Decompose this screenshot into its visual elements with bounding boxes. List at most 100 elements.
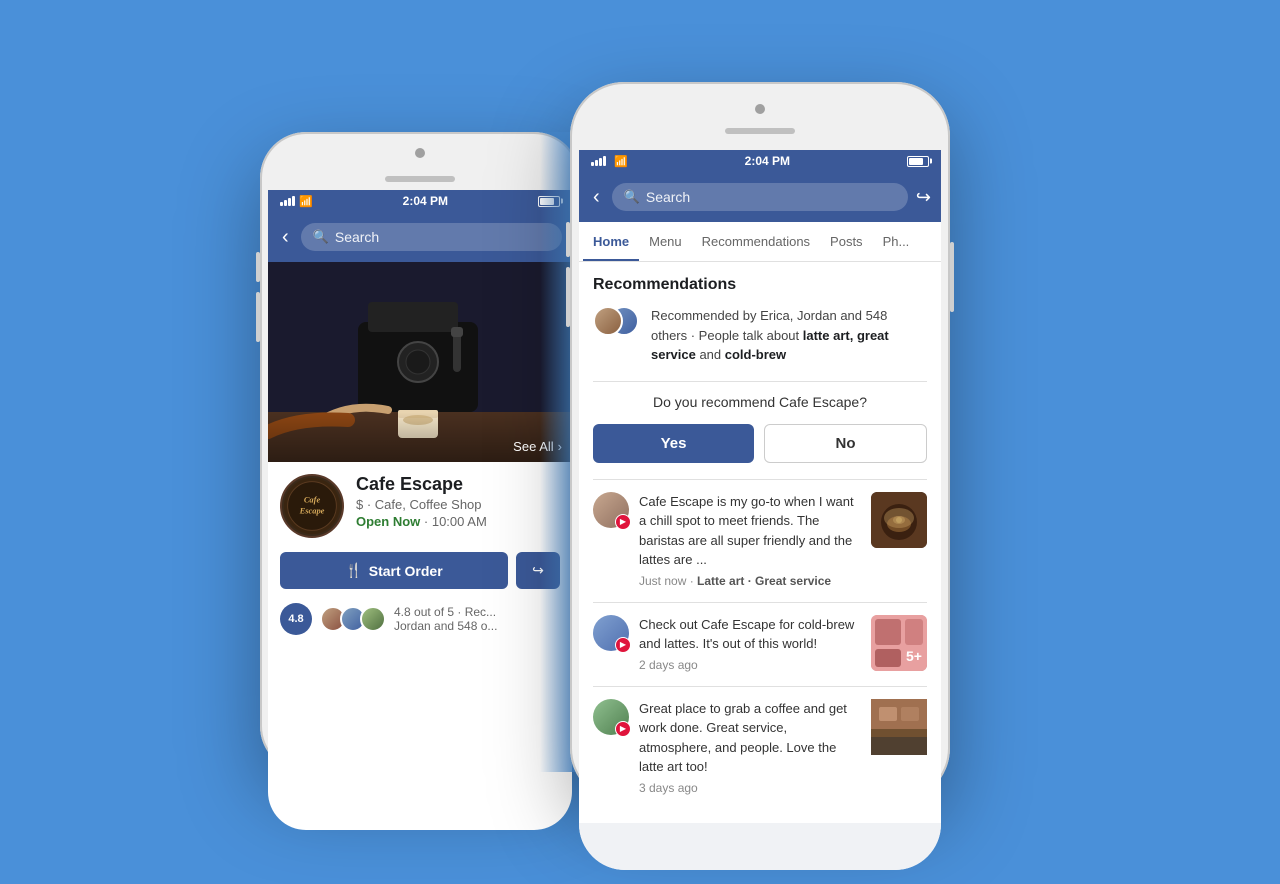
business-info-section: Cafe Escape Cafe Escape $ · Cafe, Coffee… xyxy=(268,462,572,647)
review-thumbnail-2: 5+ xyxy=(871,615,927,671)
action-buttons: 🍴 Start Order ↪ xyxy=(280,552,560,589)
review-tags-1: Latte art · Great service xyxy=(697,574,831,588)
recommendations-section: Recommendations Recommended by Erica, Jo… xyxy=(579,262,941,823)
ratings-row: 4.8 4.8 out of 5 · Rec... Jordan and 548… xyxy=(280,603,560,635)
search-icon-front: 🔍 xyxy=(624,189,640,205)
wifi-icon: 📶 xyxy=(299,195,313,208)
review-text-3: Great place to grab a coffee and get wor… xyxy=(639,699,861,777)
business-header: Cafe Escape Cafe Escape $ · Cafe, Coffee… xyxy=(280,474,560,538)
bold-cold-brew: cold-brew xyxy=(725,347,786,362)
battery-fill-front xyxy=(909,158,923,165)
back-phone-screen: 📶 2:04 PM ‹ 🔍 Search xyxy=(268,190,572,830)
open-status: Open Now xyxy=(356,514,420,529)
side-button xyxy=(256,252,260,282)
status-bar-left-front: 📶 xyxy=(591,155,628,168)
yes-button[interactable]: Yes xyxy=(593,424,754,463)
yes-no-buttons: Yes No xyxy=(593,424,927,463)
front-phone-screen: 📶 2:04 PM ‹ 🔍 Search ↪ xyxy=(579,150,941,870)
friend-avatar-1 xyxy=(593,306,623,336)
review-avatar-wrap-1: ▶ xyxy=(593,492,629,528)
review-content-1: Cafe Escape is my go-to when I want a ch… xyxy=(639,492,861,588)
tab-home[interactable]: Home xyxy=(583,222,639,261)
review-thumbnail-1 xyxy=(871,492,927,548)
battery-icon xyxy=(538,196,560,207)
status-bar-front: 📶 2:04 PM xyxy=(579,150,941,172)
tab-photos[interactable]: Ph... xyxy=(873,222,920,261)
review-meta-3: 3 days ago xyxy=(639,781,861,795)
review-item-3: ▶ Great place to grab a coffee and get w… xyxy=(593,699,927,795)
review-content-2: Check out Cafe Escape for cold-brew and … xyxy=(639,615,861,672)
signal-bar xyxy=(595,160,598,166)
rating-avatars xyxy=(320,606,386,632)
see-all-label: See All xyxy=(513,439,553,454)
divider-3 xyxy=(593,602,927,603)
side-button-front xyxy=(566,222,570,257)
side-button-front xyxy=(566,267,570,327)
front-phone: 📶 2:04 PM ‹ 🔍 Search ↪ xyxy=(570,82,950,802)
recommendations-title: Recommendations xyxy=(593,276,927,294)
review-avatar-wrap-3: ▶ xyxy=(593,699,629,735)
latte-thumb-svg xyxy=(871,492,927,548)
recommendation-text: Recommended by Erica, Jordan and 548 oth… xyxy=(651,306,927,365)
tab-menu[interactable]: Menu xyxy=(639,222,692,261)
signal-bar xyxy=(280,202,283,206)
phone-top-hardware xyxy=(260,132,580,190)
review-meta-2: 2 days ago xyxy=(639,658,861,672)
review-text-1: Cafe Escape is my go-to when I want a ch… xyxy=(639,492,861,570)
start-order-button[interactable]: 🍴 Start Order xyxy=(280,552,508,589)
tab-posts[interactable]: Posts xyxy=(820,222,873,261)
business-status: Open Now · 10:00 AM xyxy=(356,514,560,529)
divider-1 xyxy=(593,381,927,382)
hero-image: See All › xyxy=(268,262,572,462)
phone-speaker-front xyxy=(725,128,795,134)
review-item-2: ▶ Check out Cafe Escape for cold-brew an… xyxy=(593,615,927,672)
status-time-front: 2:04 PM xyxy=(745,154,790,168)
search-text-back: Search xyxy=(335,229,379,245)
friend-avatars xyxy=(593,306,641,365)
status-time: 2:04 PM xyxy=(403,194,448,208)
phone-speaker xyxy=(385,176,455,182)
start-order-label: Start Order xyxy=(369,563,443,579)
divider-4 xyxy=(593,686,927,687)
review-time-3: 3 days ago xyxy=(639,781,698,795)
status-bar-right xyxy=(538,196,560,207)
secondary-action-button[interactable]: ↪ xyxy=(516,552,560,589)
back-button[interactable]: ‹ xyxy=(278,222,293,253)
wifi-icon-front: 📶 xyxy=(614,155,628,168)
recommend-question: Do you recommend Cafe Escape? xyxy=(593,394,927,410)
phone-camera-front xyxy=(755,104,765,114)
signal-bars-icon xyxy=(280,196,295,206)
tabs-bar: Home Menu Recommendations Posts Ph... xyxy=(579,222,941,262)
review-play-icon-2: ▶ xyxy=(615,637,631,653)
svg-text:Escape: Escape xyxy=(299,506,325,516)
rec-names: Jordan and 548 o... xyxy=(394,619,497,633)
rating-avatar-3 xyxy=(360,606,386,632)
search-bar-back[interactable]: 🔍 Search xyxy=(301,223,562,251)
nav-bar-front: ‹ 🔍 Search ↪ xyxy=(579,172,941,222)
no-button[interactable]: No xyxy=(764,424,927,463)
phone-camera xyxy=(415,148,425,158)
signal-bar xyxy=(599,158,602,166)
signal-bar xyxy=(603,156,606,166)
back-phone: 📶 2:04 PM ‹ 🔍 Search xyxy=(260,132,580,772)
business-name: Cafe Escape xyxy=(356,474,560,495)
review-play-icon-1: ▶ xyxy=(615,514,631,530)
review-thumbnail-3 xyxy=(871,699,927,755)
review-content-3: Great place to grab a coffee and get wor… xyxy=(639,699,861,795)
signal-bar xyxy=(284,200,287,206)
rating-value: 4.8 xyxy=(288,613,303,625)
status-bar-left: 📶 xyxy=(280,195,313,208)
search-bar-front[interactable]: 🔍 Search xyxy=(612,183,908,211)
review-text-2: Check out Cafe Escape for cold-brew and … xyxy=(639,615,861,654)
review-separator-1: · xyxy=(690,574,697,588)
signal-bar xyxy=(591,162,594,166)
share-icon: ↪ xyxy=(532,562,544,579)
nav-bar-back: ‹ 🔍 Search xyxy=(268,212,572,262)
review-item-1: ▶ Cafe Escape is my go-to when I want a … xyxy=(593,492,927,588)
see-all-button[interactable]: See All › xyxy=(513,439,562,454)
tab-recommendations[interactable]: Recommendations xyxy=(692,222,820,261)
back-button-front[interactable]: ‹ xyxy=(589,182,604,213)
share-button-front[interactable]: ↪ xyxy=(916,187,931,208)
hours-text: · 10:00 AM xyxy=(424,514,487,529)
front-content-scroll[interactable]: Recommendations Recommended by Erica, Jo… xyxy=(579,262,941,870)
